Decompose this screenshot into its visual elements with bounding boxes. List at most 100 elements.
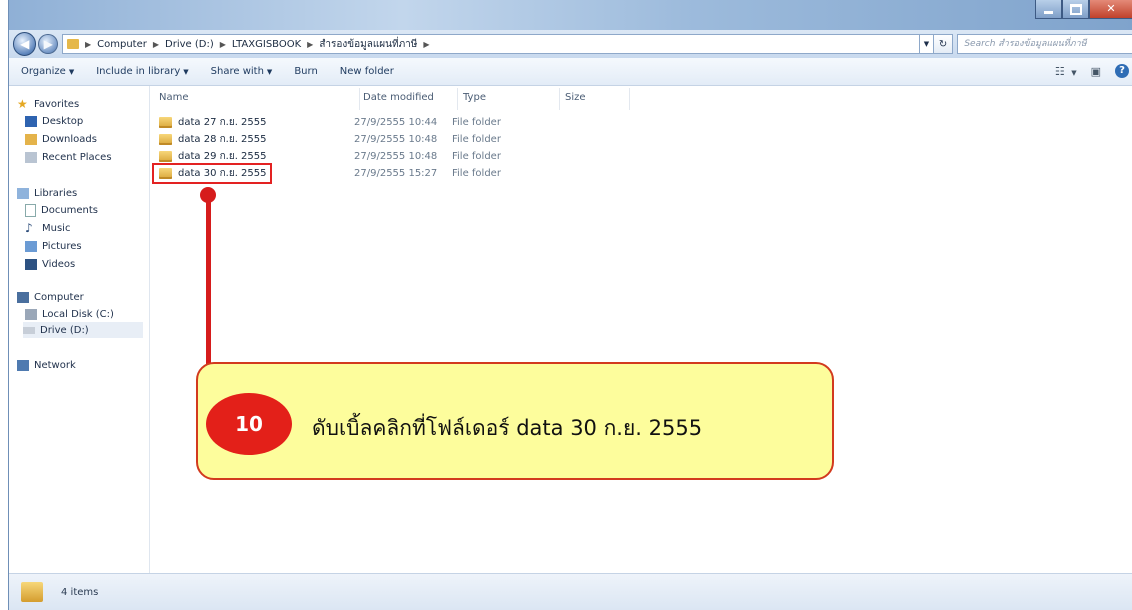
help-icon[interactable]: ? (1115, 64, 1129, 78)
folder-icon (159, 134, 172, 145)
view-icon: ☷ (1054, 64, 1065, 78)
burn-button[interactable]: Burn (294, 66, 317, 77)
file-name: data 28 ก.ย. 2555 (178, 134, 267, 145)
file-type: File folder (452, 134, 501, 145)
file-name: data 27 ก.ย. 2555 (178, 117, 267, 128)
include-label: Include in library (96, 66, 181, 77)
star-icon: ★ (17, 97, 28, 111)
breadcrumb-separator-icon: ▶ (152, 39, 160, 49)
instruction-text: ดับเบิ้ลคลิกที่โฟล์เดอร์ data 30 ก.ย. 25… (312, 416, 703, 440)
breadcrumb-separator-icon: ▶ (423, 39, 430, 49)
status-bar: 4 items (9, 573, 1132, 610)
nav-label: Local Disk (C:) (42, 308, 114, 320)
file-name: data 29 ก.ย. 2555 (178, 151, 267, 162)
nav-label: Libraries (34, 187, 78, 199)
view-options-button[interactable]: ☷ ▼ (1055, 65, 1077, 78)
column-divider[interactable] (457, 88, 458, 110)
refresh-icon: ↻ (938, 38, 948, 50)
nav-libraries[interactable]: Libraries (17, 185, 77, 201)
folder-icon (159, 117, 172, 128)
recent-places-icon (25, 151, 37, 163)
nav-label: Pictures (42, 240, 82, 252)
file-type: File folder (452, 168, 501, 179)
column-header-size[interactable]: Size (565, 92, 586, 103)
folder-icon (67, 39, 79, 49)
nav-local-disk[interactable]: Local Disk (C:) (25, 306, 114, 322)
window-controls: ✕ (1035, 0, 1132, 20)
nav-videos[interactable]: Videos (25, 256, 75, 272)
close-button[interactable]: ✕ (1089, 0, 1132, 19)
nav-documents[interactable]: Documents (25, 202, 98, 218)
computer-icon (17, 291, 29, 303)
forward-button[interactable]: ▶ (38, 34, 58, 54)
breadcrumb-separator-icon: ▶ (85, 39, 92, 49)
file-type: File folder (452, 151, 501, 162)
preview-pane-button[interactable]: ▣ (1091, 65, 1101, 78)
new-folder-button[interactable]: New folder (340, 66, 394, 77)
column-header-name[interactable]: Name (159, 92, 189, 103)
column-header-date[interactable]: Date modified (363, 92, 434, 103)
include-in-library-button[interactable]: Include in library ▼ (96, 66, 188, 77)
nav-recent-places[interactable]: Recent Places (25, 149, 112, 165)
nav-network[interactable]: Network (17, 357, 76, 373)
minimize-button[interactable] (1035, 0, 1062, 19)
file-list: Name Date modified Type Size data 27 ก.ย… (151, 86, 1132, 574)
nav-label: Recent Places (42, 151, 112, 163)
column-divider[interactable] (359, 88, 360, 110)
organize-button[interactable]: Organize ▼ (21, 66, 74, 77)
breadcrumb-current-folder[interactable]: สำรองข้อมูลแผนที่ภาษี (319, 37, 417, 52)
breadcrumb-computer[interactable]: Computer (97, 39, 147, 50)
refresh-button[interactable]: ↻ (933, 34, 954, 54)
chevron-down-icon: ▼ (68, 68, 75, 76)
folder-icon (159, 151, 172, 162)
chevron-down-icon: ▼ (1071, 68, 1077, 77)
local-disk-icon (25, 308, 37, 320)
videos-icon (25, 258, 37, 270)
libraries-icon (17, 187, 29, 199)
nav-music[interactable]: ♪ Music (25, 220, 70, 236)
nav-downloads[interactable]: Downloads (25, 131, 97, 147)
column-header-type[interactable]: Type (463, 92, 486, 103)
maximize-button[interactable] (1062, 0, 1089, 19)
nav-label: Documents (41, 204, 99, 216)
pictures-icon (25, 240, 37, 252)
nav-label: Network (34, 359, 76, 371)
column-divider[interactable] (559, 88, 560, 110)
table-row[interactable]: data 28 ก.ย. 2555 27/9/2555 10:48 File f… (159, 131, 532, 148)
share-with-button[interactable]: Share with ▼ (211, 66, 273, 77)
nav-label: Computer (34, 291, 84, 303)
table-row[interactable]: data 27 ก.ย. 2555 27/9/2555 10:44 File f… (159, 114, 532, 131)
address-bar[interactable]: ▶ Computer ▶ Drive (D:) ▶ LTAXGISBOOK ▶ … (62, 34, 921, 54)
nav-desktop[interactable]: Desktop (25, 113, 83, 129)
preview-pane-icon: ▣ (1090, 64, 1101, 78)
music-icon: ♪ (25, 220, 33, 235)
address-dropdown-button[interactable]: ▼ (920, 34, 934, 54)
file-date: 27/9/2555 10:48 (354, 151, 438, 162)
nav-label: Downloads (42, 133, 97, 145)
command-bar: Organize ▼ Include in library ▼ Share with… (9, 58, 1132, 86)
nav-label: Favorites (34, 98, 80, 110)
nav-favorites[interactable]: ★ Favorites (17, 96, 79, 112)
search-input[interactable]: Search สำรองข้อมูลแผนที่ภาษี (957, 34, 1132, 54)
nav-computer[interactable]: Computer (17, 289, 84, 305)
item-count: 4 items (61, 586, 99, 598)
column-divider[interactable] (629, 88, 630, 110)
breadcrumb-ltaxgisbook[interactable]: LTAXGISBOOK (232, 39, 301, 50)
target-highlight-box (152, 163, 272, 184)
file-date: 27/9/2555 15:27 (354, 168, 438, 179)
navigation-pane: ★ Favorites Desktop Downloads Recent Plac… (9, 86, 150, 574)
drive-icon (23, 326, 35, 334)
back-button[interactable]: ◀ (13, 32, 37, 56)
breadcrumb-separator-icon: ▶ (307, 39, 314, 49)
chevron-down-icon: ▼ (183, 68, 189, 76)
forward-arrow-icon: ▶ (43, 37, 53, 51)
nav-pictures[interactable]: Pictures (25, 238, 82, 254)
breadcrumb-drive-d[interactable]: Drive (D:) (165, 39, 214, 50)
nav-drive-d[interactable]: Drive (D:) (23, 322, 143, 338)
nav-label: Desktop (42, 115, 84, 127)
share-label: Share with (210, 66, 264, 77)
title-bar: ✕ (9, 0, 1132, 30)
file-date: 27/9/2555 10:48 (354, 134, 438, 145)
nav-label: Drive (D:) (40, 324, 89, 336)
back-arrow-icon: ◀ (20, 37, 30, 51)
